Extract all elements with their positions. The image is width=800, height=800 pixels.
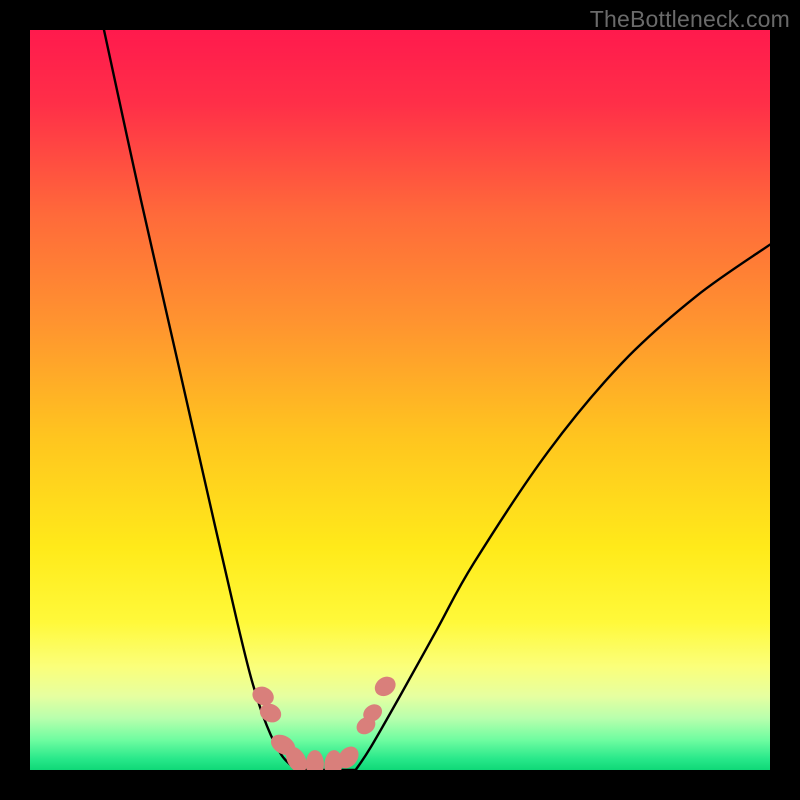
curve-markers bbox=[249, 673, 399, 770]
chart-frame: TheBottleneck.com bbox=[0, 0, 800, 800]
watermark-text: TheBottleneck.com bbox=[590, 6, 790, 33]
bottleneck-curve bbox=[30, 30, 770, 770]
floor-marker-1 bbox=[306, 750, 324, 770]
right-marker-4 bbox=[371, 673, 399, 700]
plot-area bbox=[30, 30, 770, 770]
curve-path bbox=[104, 30, 770, 770]
